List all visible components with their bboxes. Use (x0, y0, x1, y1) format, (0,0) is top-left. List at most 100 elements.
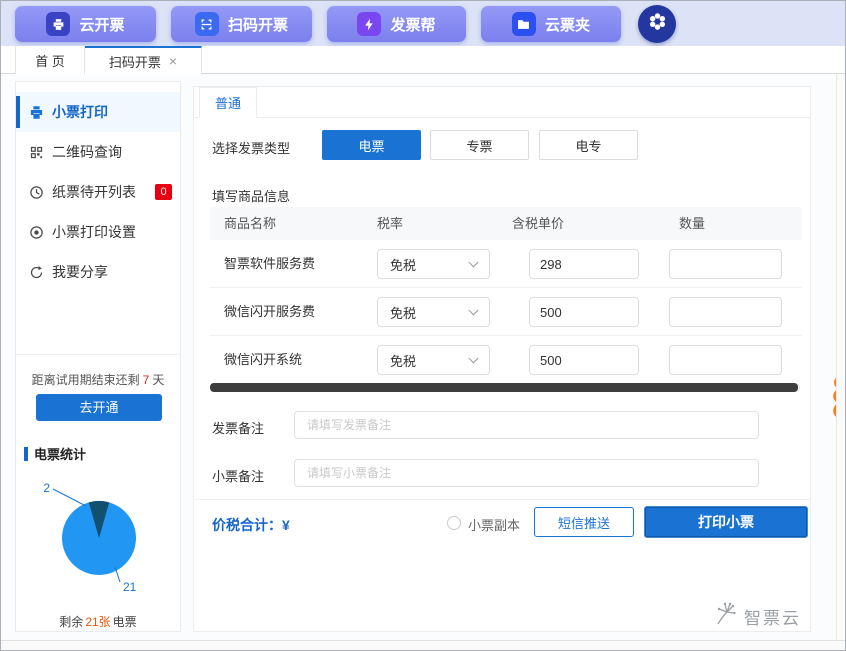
sidebar-item-print-settings[interactable]: 小票打印设置 (16, 212, 180, 252)
clock-icon (29, 185, 44, 200)
receipt-remark-input[interactable] (294, 459, 759, 487)
tab-normal[interactable]: 普通 (199, 87, 257, 118)
trial-countdown: 距离试用期结束还剩7天 (16, 354, 180, 388)
share-icon (29, 265, 44, 280)
printer-icon (46, 12, 70, 36)
table-row: 微信闪开服务费 免税 (210, 288, 802, 336)
sidebar-item-label: 二维码查询 (52, 142, 122, 162)
sms-push-button[interactable]: 短信推送 (534, 507, 634, 537)
quantity-input[interactable] (669, 249, 782, 279)
unit-price-input[interactable] (529, 297, 639, 327)
pie-leader-line (53, 489, 86, 506)
tab-scan-invoice[interactable]: 扫码开票 × (85, 46, 202, 74)
receipt-copy-label: 小票副本 (468, 515, 520, 534)
app-menu-button[interactable] (638, 5, 676, 43)
sidebar-item-label: 小票打印设置 (52, 222, 136, 242)
tax-rate-value: 免税 (390, 351, 416, 370)
sidebar-item-label: 我要分享 (52, 262, 108, 282)
invoice-remark-label: 发票备注 (212, 418, 264, 437)
footer-divider (194, 499, 810, 500)
settings-icon (29, 225, 44, 240)
product-name: 微信闪开系统 (224, 336, 302, 384)
stats-title-bar (24, 447, 28, 461)
tax-rate-select[interactable]: 免税 (377, 345, 490, 375)
remaining-number: 21张 (85, 615, 110, 629)
tax-rate-select[interactable]: 免税 (377, 249, 490, 279)
total-label: 价税合计：¥ (212, 515, 290, 535)
invoice-type-label: 选择发票类型 (212, 138, 290, 157)
tax-rate-value: 免税 (390, 303, 416, 322)
tax-rate-select[interactable]: 免税 (377, 297, 490, 327)
sidebar-item-qrcode-query[interactable]: 二维码查询 (16, 132, 180, 172)
table-row: 智票软件服务费 免税 (210, 240, 802, 288)
watermark: 智票云 (711, 601, 801, 632)
eticket-pie-chart: 2 21 (20, 460, 178, 610)
column-header-quantity: 数量 (679, 207, 705, 240)
nav-button-invoice-help[interactable]: 发票帮 (327, 6, 466, 42)
column-header-name: 商品名称 (224, 207, 276, 240)
activate-button[interactable]: 去开通 (36, 394, 162, 421)
sidebar-item-paper-pending-list[interactable]: 纸票待开列表 0 (16, 172, 180, 212)
horizontal-scrollbar[interactable] (210, 383, 798, 392)
quantity-input[interactable] (669, 345, 782, 375)
close-icon[interactable]: × (169, 54, 177, 68)
watermark-text: 智票云 (744, 604, 801, 629)
product-table: 商品名称 税率 含税单价 数量 智票软件服务费 免税 微信闪开服务费 免税 (210, 207, 802, 384)
window-vscrollbar[interactable] (836, 74, 845, 640)
sidebar-item-label: 小票打印 (52, 102, 108, 122)
pie-label-used: 2 (43, 481, 50, 495)
qrcode-icon (29, 145, 44, 160)
card-tab-strip: 普通 (194, 87, 810, 118)
product-name: 智票软件服务费 (224, 240, 315, 288)
trial-days: 7 (143, 373, 150, 387)
invoice-type-e-special[interactable]: 电专 (539, 130, 638, 160)
nav-button-cloud-folder[interactable]: 云票夹 (481, 6, 621, 42)
invoice-type-electronic[interactable]: 电票 (322, 130, 421, 160)
sidebar: 小票打印 二维码查询 纸票待开列表 0 小票打印设置 我要分享 距离试用期结束还… (15, 81, 181, 632)
nav-button-cloud-invoice[interactable]: 云开票 (15, 6, 156, 42)
folder-icon (512, 12, 536, 36)
unit-price-input[interactable] (529, 249, 639, 279)
tax-rate-value: 免税 (390, 255, 416, 274)
sidebar-item-receipt-print[interactable]: 小票打印 (16, 92, 180, 132)
chevron-down-icon (469, 258, 479, 268)
tab-home[interactable]: 首 页 (15, 46, 85, 74)
tab-label: 扫码开票 (109, 52, 161, 71)
nav-button-label: 云票夹 (545, 14, 590, 35)
pie-label-remaining: 21 (123, 580, 137, 594)
scan-icon (195, 12, 219, 36)
quantity-input[interactable] (669, 297, 782, 327)
nav-button-label: 发票帮 (390, 14, 435, 35)
unit-price-input[interactable] (529, 345, 639, 375)
invoice-form-card: 普通 选择发票类型 电票 专票 电专 填写商品信息 商品名称 税率 含税单价 数… (193, 86, 811, 632)
receipt-copy-radio[interactable] (447, 516, 461, 530)
chevron-down-icon (469, 306, 479, 316)
dandelion-icon (711, 601, 737, 632)
remaining-prefix: 剩余 (59, 615, 83, 629)
invoice-remark-input[interactable] (294, 411, 759, 439)
document-tab-bar: 首 页 扫码开票 × (1, 46, 845, 74)
tab-label: 首 页 (35, 51, 65, 70)
flower-icon (647, 11, 668, 37)
product-name: 微信闪开服务费 (224, 288, 315, 336)
table-row: 微信闪开系统 免税 (210, 336, 802, 384)
nav-button-label: 云开票 (79, 14, 124, 35)
bolt-icon (357, 12, 381, 36)
nav-button-scan-invoice[interactable]: 扫码开票 (171, 6, 312, 42)
remaining-suffix: 电票 (113, 615, 137, 629)
print-receipt-button[interactable]: 打印小票 (644, 506, 808, 538)
sidebar-menu: 小票打印 二维码查询 纸票待开列表 0 小票打印设置 我要分享 (16, 92, 180, 292)
nav-button-label: 扫码开票 (228, 14, 288, 35)
product-section-label: 填写商品信息 (212, 186, 290, 205)
sidebar-item-label: 纸票待开列表 (52, 182, 136, 202)
receipt-printer-icon (29, 105, 44, 120)
pending-count-badge: 0 (155, 184, 172, 200)
sidebar-item-share[interactable]: 我要分享 (16, 252, 180, 292)
column-header-price: 含税单价 (512, 207, 564, 240)
trial-suffix: 天 (152, 373, 164, 387)
window-hscrollbar[interactable] (1, 640, 845, 650)
app-window: 云开票 扫码开票 发票帮 云票夹 首 页 (0, 0, 846, 651)
trial-prefix: 距离试用期结束还剩 (32, 373, 140, 387)
invoice-type-special[interactable]: 专票 (430, 130, 529, 160)
column-header-tax: 税率 (377, 207, 403, 240)
